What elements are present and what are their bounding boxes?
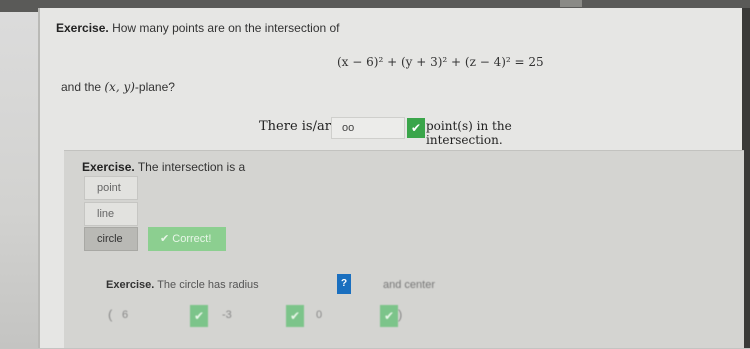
exercise-1-answer-row: There is/are oo ✔ point(s) in the inters…	[259, 117, 589, 147]
exercise-1-plane-text: and the (x, y)-plane?	[61, 80, 175, 94]
center-x-value[interactable]: 6	[122, 309, 128, 321]
check-icon: ✔	[380, 305, 398, 327]
check-icon: ✔	[286, 305, 304, 327]
center-z-value[interactable]: 0	[316, 309, 322, 321]
answer-suffix: point(s) in the intersection.	[426, 119, 512, 147]
center-y-value[interactable]: -3	[222, 309, 232, 321]
plane-text-post: -plane?	[134, 80, 175, 94]
plane-text-pre: and the	[61, 80, 105, 94]
exercise-3-title: Exercise.	[106, 279, 155, 291]
option-circle[interactable]: circle	[84, 227, 138, 251]
answer-input[interactable]: oo	[331, 117, 405, 139]
plane-text-math: (x, y)	[104, 80, 135, 94]
exercise-1-prompt: Exercise. How many points are on the int…	[56, 21, 340, 35]
exercise-2-prompt: Exercise. The intersection is a	[82, 160, 245, 174]
sphere-equation: (x − 6)² + (y + 3)² + (z − 4)² = 25	[337, 55, 544, 69]
option-line[interactable]: line	[84, 202, 138, 226]
check-icon: ✔	[407, 118, 425, 138]
exercise-2-title: Exercise.	[82, 160, 135, 174]
correct-badge: ✔ Correct!	[148, 227, 226, 251]
help-button[interactable]: ?	[337, 274, 351, 294]
center-vector-row: ( 6 ✔ -3 ✔ 0 ✔ )	[104, 305, 424, 327]
exercise-3-question: The circle has radius	[157, 279, 259, 291]
exercise-3-prompt: Exercise. The circle has radius	[106, 279, 259, 291]
center-label: and center	[383, 279, 435, 291]
answer-prefix: There is/are	[259, 119, 339, 134]
exercise-2-question: The intersection is a	[137, 160, 246, 174]
photo-background: Exercise. How many points are on the int…	[0, 0, 750, 349]
open-paren: (	[108, 307, 113, 322]
check-icon: ✔	[190, 305, 208, 327]
exercise-1-title: Exercise.	[56, 21, 109, 35]
option-point[interactable]: point	[84, 176, 138, 200]
exercise-1-question: How many points are on the intersection …	[112, 21, 340, 35]
top-bar-tab	[560, 0, 582, 7]
close-paren: )	[398, 307, 403, 322]
